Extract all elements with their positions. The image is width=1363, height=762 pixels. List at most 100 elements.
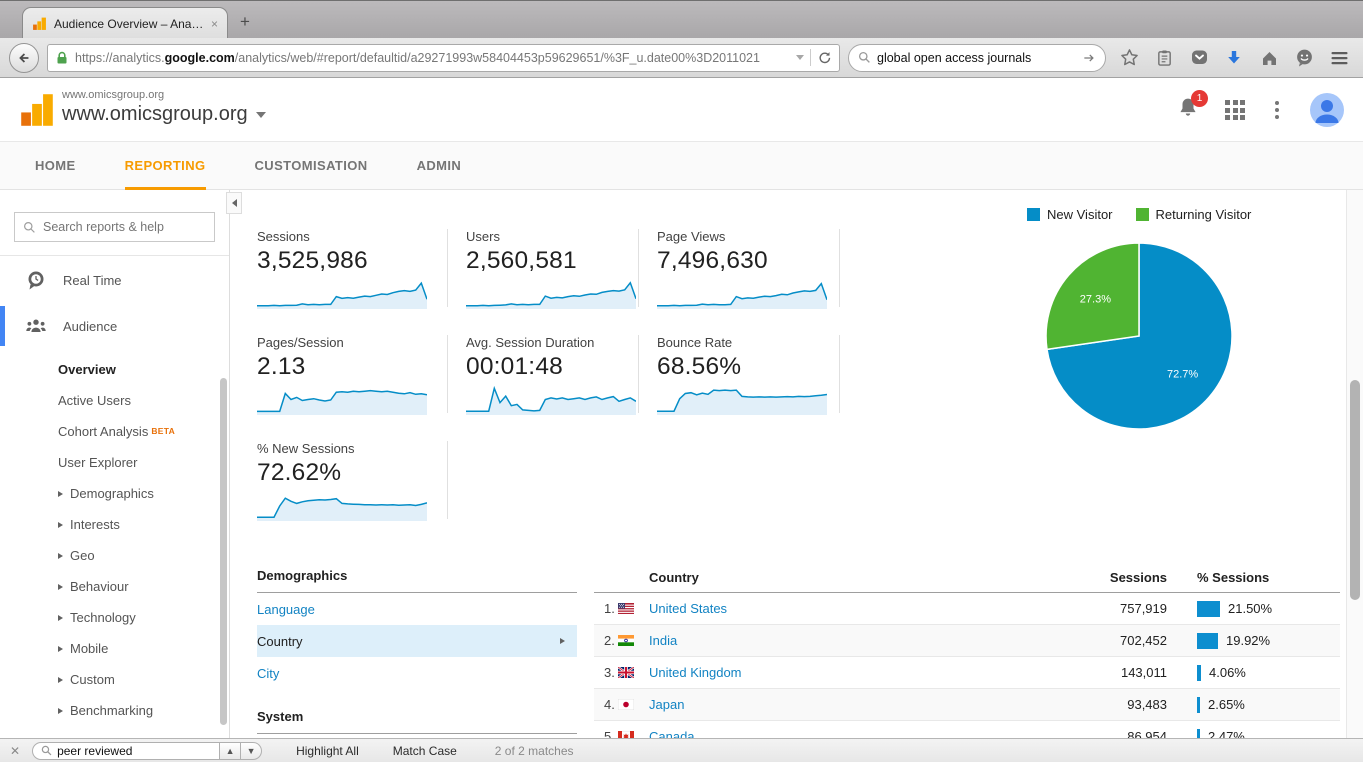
sidebar-item-label: Audience xyxy=(63,319,117,334)
search-icon xyxy=(41,745,52,756)
notifications-button[interactable]: 1 xyxy=(1177,97,1199,124)
flag-canada-icon xyxy=(618,731,649,738)
ga-primary-nav: HOME REPORTING CUSTOMISATION ADMIN xyxy=(0,142,1363,190)
reload-icon[interactable] xyxy=(817,50,832,65)
account-avatar[interactable] xyxy=(1309,92,1345,128)
hello-smiley-icon[interactable] xyxy=(1293,47,1315,69)
flag-india-icon xyxy=(618,635,649,646)
home-icon[interactable] xyxy=(1258,47,1280,69)
audience-people-icon xyxy=(26,318,46,334)
findbar-close-icon[interactable]: ✕ xyxy=(10,744,20,758)
pct-bar xyxy=(1197,729,1200,739)
sidebar-item-audience[interactable]: Audience xyxy=(0,304,229,348)
browser-search-bar[interactable] xyxy=(848,44,1106,72)
apps-grid-icon[interactable] xyxy=(1225,100,1245,120)
nav-tab-reporting[interactable]: REPORTING xyxy=(125,142,206,190)
bounce-rate-sparkline xyxy=(657,385,827,415)
bookmark-star-icon[interactable] xyxy=(1118,47,1140,69)
highlight-all-button[interactable]: Highlight All xyxy=(296,744,359,758)
url-dropdown-icon[interactable] xyxy=(796,55,804,60)
demographics-item-city[interactable]: City xyxy=(257,657,577,689)
nav-tab-admin[interactable]: ADMIN xyxy=(417,142,462,190)
overflow-menu-icon[interactable] xyxy=(1271,101,1283,119)
expand-caret-icon xyxy=(58,553,63,559)
demographics-item-country[interactable]: Country xyxy=(257,625,577,657)
legend-new-visitor: New Visitor xyxy=(1027,207,1113,222)
pocket-icon[interactable] xyxy=(1188,47,1210,69)
sidebar-item-technology[interactable]: Technology xyxy=(58,602,229,633)
country-link[interactable]: United States xyxy=(649,601,727,616)
table-row-united-kingdom: 3. United Kingdom 143,011 4.06% xyxy=(594,657,1340,689)
sidebar-item-active-users[interactable]: Active Users xyxy=(58,385,229,416)
new-sessions-sparkline xyxy=(257,491,427,521)
demographics-item-language[interactable]: Language xyxy=(257,593,577,625)
metric-card-pages-session: Pages/Session2.13 xyxy=(257,335,448,413)
find-previous-button[interactable]: ▲ xyxy=(220,742,241,760)
expand-caret-icon xyxy=(58,677,63,683)
nav-tab-customisation[interactable]: CUSTOMISATION xyxy=(255,142,368,190)
country-link[interactable]: Canada xyxy=(649,729,695,738)
tab-close-icon[interactable]: × xyxy=(211,18,218,30)
sidebar-collapse-button[interactable] xyxy=(226,192,242,214)
expand-caret-icon xyxy=(58,615,63,621)
country-table-header: Country Sessions % Sessions xyxy=(594,562,1340,593)
match-case-button[interactable]: Match Case xyxy=(393,744,457,758)
new-visitor-swatch xyxy=(1027,208,1040,221)
url-bar[interactable]: https://analytics.google.com/analytics/w… xyxy=(47,44,840,72)
col-country: Country xyxy=(594,570,1067,585)
reading-list-icon[interactable] xyxy=(1153,47,1175,69)
sidebar-item-geo[interactable]: Geo xyxy=(58,540,229,571)
match-count: 2 of 2 matches xyxy=(495,744,574,758)
table-row-canada: 5. Canada 86,954 2.47% xyxy=(594,721,1340,738)
sidebar-search-box[interactable] xyxy=(14,212,215,242)
sidebar-item-demographics[interactable]: Demographics xyxy=(58,478,229,509)
system-heading: System xyxy=(257,703,577,734)
notification-badge: 1 xyxy=(1191,90,1208,107)
sidebar-item-benchmarking[interactable]: Benchmarking xyxy=(58,695,229,726)
country-link[interactable]: India xyxy=(649,633,677,648)
find-next-button[interactable]: ▼ xyxy=(241,742,262,760)
search-go-arrow-icon[interactable] xyxy=(1082,51,1096,65)
back-button[interactable] xyxy=(9,43,39,73)
ssl-lock-icon xyxy=(55,51,69,65)
sidebar-item-real-time[interactable]: Real Time xyxy=(0,256,229,304)
selected-arrow-icon xyxy=(560,638,565,644)
page-scrollbar[interactable] xyxy=(1346,190,1363,738)
find-field[interactable] xyxy=(32,742,220,760)
report-sidebar: Real Time Audience Overview Active Users… xyxy=(0,190,230,738)
svg-text:27.3%: 27.3% xyxy=(1080,293,1111,305)
menu-hamburger-icon[interactable] xyxy=(1328,47,1350,69)
flag-united-states-icon xyxy=(618,603,649,614)
sidebar-item-cohort-analysis[interactable]: Cohort AnalysisBETA xyxy=(58,416,229,447)
find-input[interactable] xyxy=(57,744,211,758)
expand-caret-icon xyxy=(58,584,63,590)
sidebar-search-input[interactable] xyxy=(43,220,206,234)
sidebar-item-user-explorer[interactable]: User Explorer xyxy=(58,447,229,478)
sidebar-item-overview[interactable]: Overview xyxy=(58,354,229,385)
toolbar-icon-group xyxy=(1114,47,1354,69)
browser-toolbar: https://analytics.google.com/analytics/w… xyxy=(0,38,1363,78)
metric-card-page-views: Page Views7,496,630 xyxy=(639,229,840,307)
sidebar-item-custom[interactable]: Custom xyxy=(58,664,229,695)
sidebar-item-interests[interactable]: Interests xyxy=(58,509,229,540)
new-tab-button[interactable]: + xyxy=(240,13,250,30)
sidebar-item-label: Real Time xyxy=(63,273,122,288)
ga-favicon-icon xyxy=(32,16,47,31)
country-link[interactable]: United Kingdom xyxy=(649,665,742,680)
scrollbar-thumb[interactable] xyxy=(1350,380,1360,600)
browser-tab[interactable]: Audience Overview – Anal... × xyxy=(22,7,228,39)
ga-header: www.omicsgroup.org www.omicsgroup.org 1 xyxy=(0,78,1363,142)
sidebar-item-mobile[interactable]: Mobile xyxy=(58,633,229,664)
expand-caret-icon xyxy=(58,491,63,497)
sidebar-scrollbar[interactable] xyxy=(220,378,227,725)
visitor-type-pie-chart[interactable]: 72.7%27.3% xyxy=(1024,221,1254,451)
find-bar: ✕ ▲ ▼ Highlight All Match Case 2 of 2 ma… xyxy=(0,738,1363,762)
country-link[interactable]: Japan xyxy=(649,697,684,712)
expand-caret-icon xyxy=(58,708,63,714)
sidebar-item-behaviour[interactable]: Behaviour xyxy=(58,571,229,602)
downloads-icon[interactable] xyxy=(1223,47,1245,69)
back-arrow-icon xyxy=(16,50,32,66)
browser-search-input[interactable] xyxy=(877,51,1076,65)
account-selector[interactable]: www.omicsgroup.org www.omicsgroup.org xyxy=(62,89,266,126)
nav-tab-home[interactable]: HOME xyxy=(35,142,76,190)
